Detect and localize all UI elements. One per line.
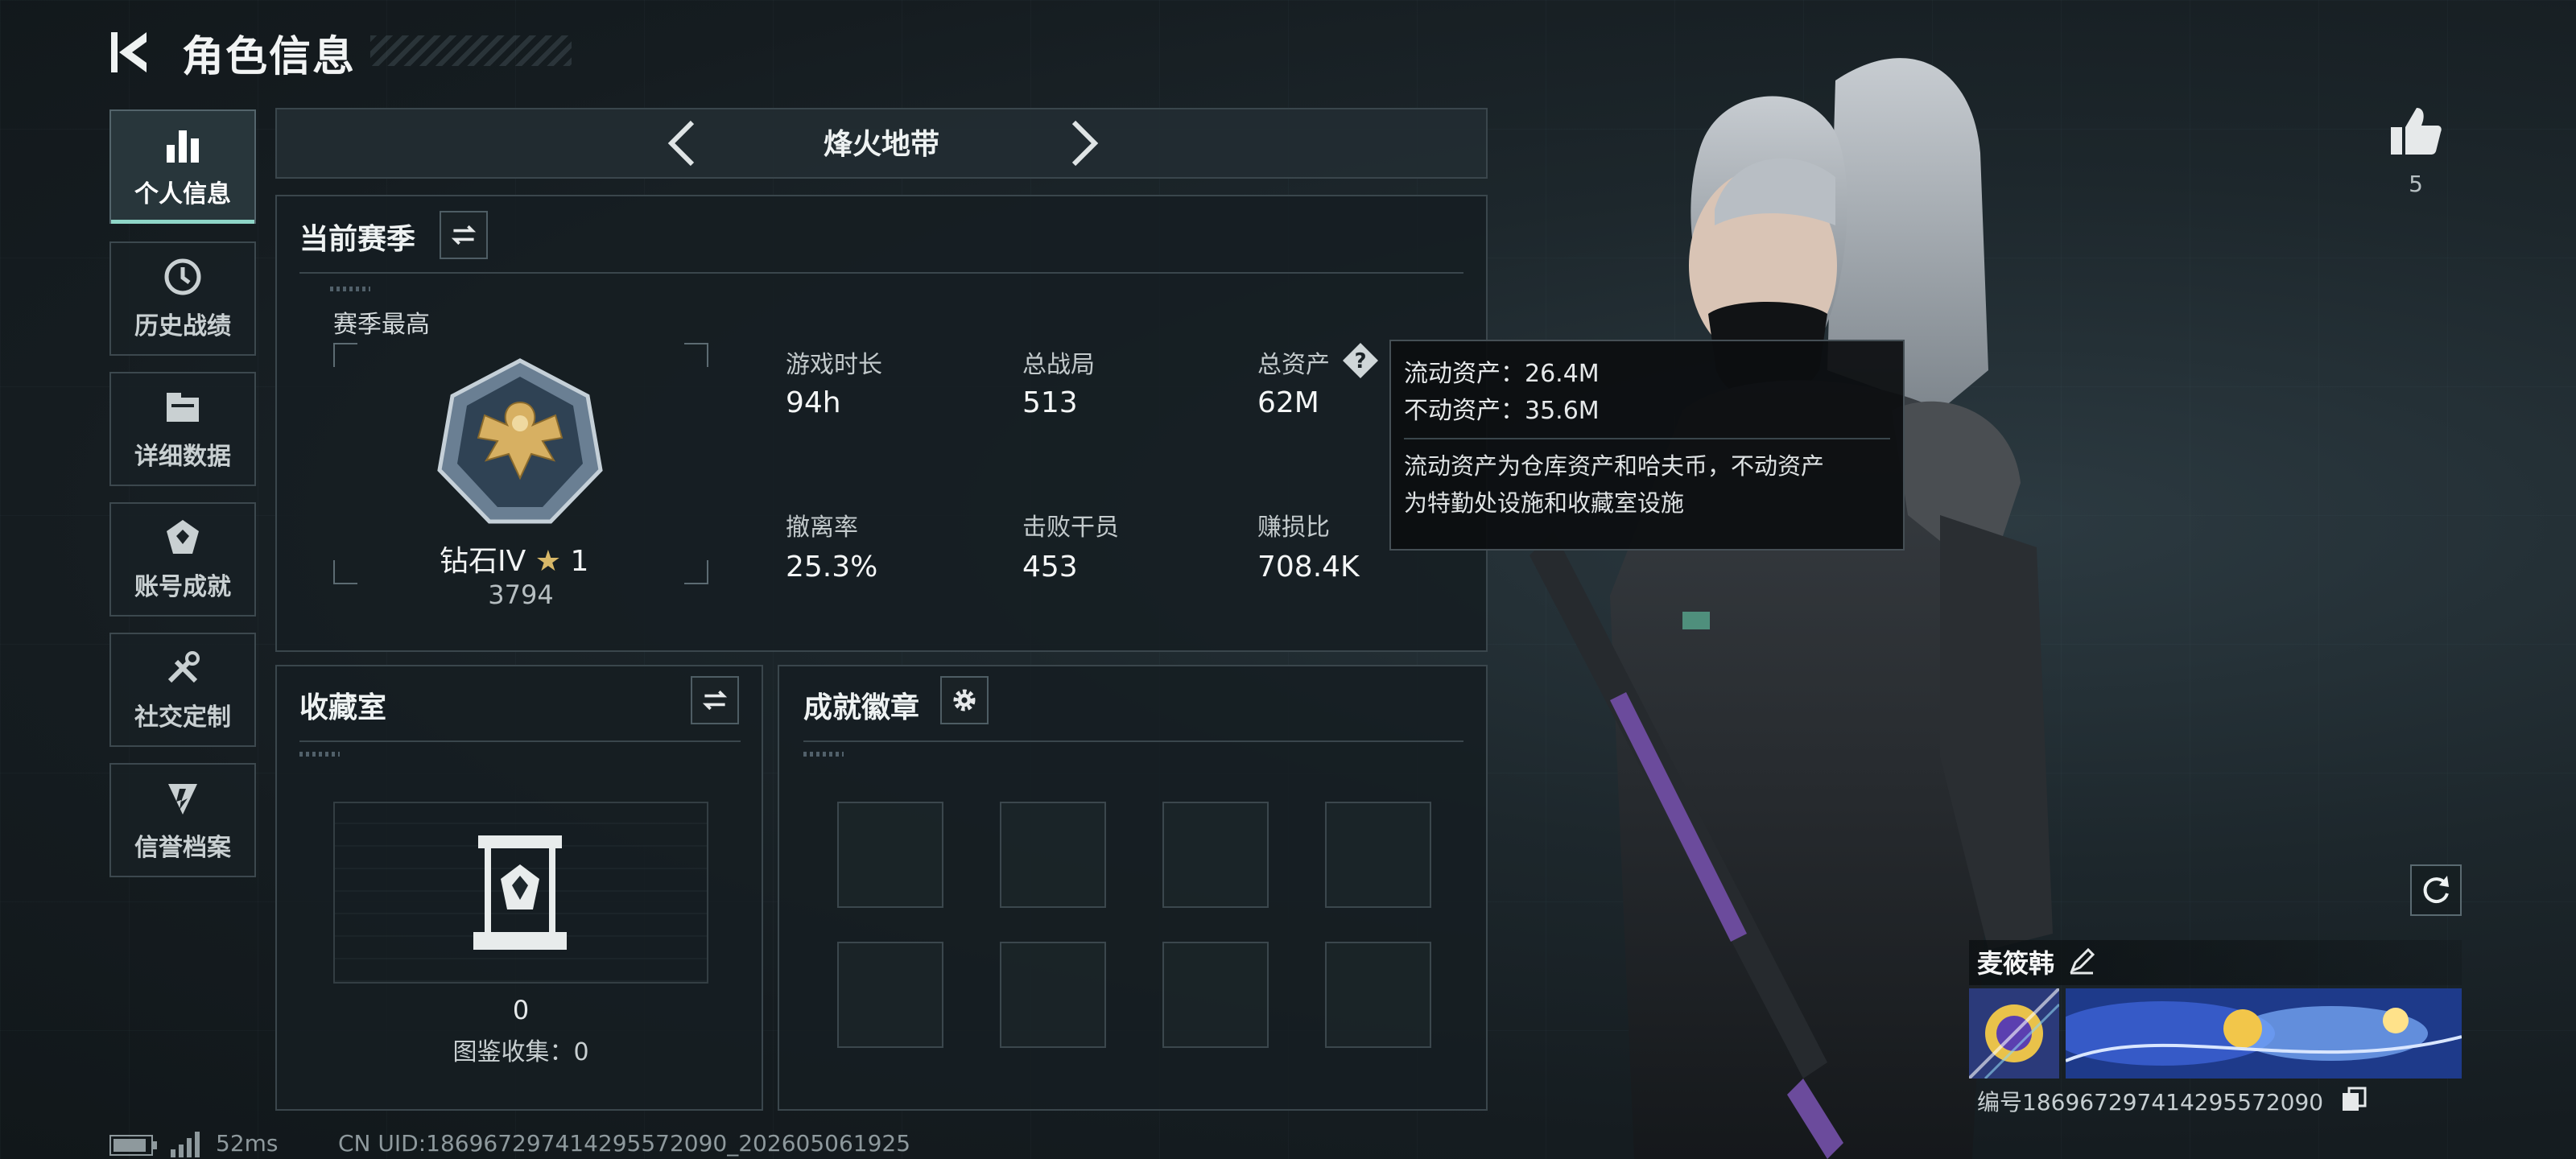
season-switch-button[interactable] [440, 211, 488, 259]
mode-title: 烽火地带 [823, 128, 939, 161]
edit-name-button[interactable] [2067, 947, 2096, 975]
reputation-icon [168, 784, 197, 815]
sidebar-item-label: 账号成就 [134, 573, 231, 601]
season-best-label: 赛季最高 [333, 311, 430, 339]
collection-switch-button[interactable] [691, 676, 739, 724]
copy-icon [2343, 1087, 2367, 1111]
tooltip-description-line: 为特勤处设施和收藏室设施 [1404, 489, 1685, 517]
stat-value-kills: 453 [1022, 551, 1078, 584]
like-button[interactable] [2388, 103, 2444, 159]
rank-name: 钻石IV [440, 545, 526, 578]
signal-icon [171, 1132, 200, 1157]
tooltip-liquid-assets: 流动资产：26.4M [1404, 360, 1600, 388]
question-icon: ? [1343, 343, 1378, 378]
section-divider [299, 272, 1463, 274]
catalog-count: 图鉴收集：0 [452, 1038, 589, 1066]
sidebar-item-reputation[interactable]: 信誉档案 [109, 763, 256, 877]
badge-slot[interactable] [1000, 942, 1106, 1048]
sidebar-item-social[interactable]: 社交定制 [109, 633, 256, 747]
bar-chart-icon [167, 130, 199, 163]
collection-title: 收藏室 [299, 691, 387, 724]
badge-slot[interactable] [1000, 802, 1106, 908]
rank-badge-icon [437, 358, 603, 524]
player-name: 麦筱韩 [1977, 948, 2055, 979]
sidebar-item-label: 详细数据 [134, 443, 231, 471]
refresh-icon [2423, 876, 2449, 904]
back-button[interactable] [105, 24, 161, 80]
stat-label-extract-rate: 撤离率 [786, 514, 858, 542]
stat-value-extract-rate: 25.3% [786, 551, 878, 584]
stat-value-profit-ratio: 708.4K [1257, 551, 1360, 584]
sidebar-item-history[interactable]: 历史战绩 [109, 241, 256, 356]
rank-stars: 1 [570, 545, 589, 578]
star-icon: ★ [535, 545, 561, 578]
tooltip-fixed-assets: 不动资产：35.6M [1404, 397, 1600, 425]
achievement-title: 成就徽章 [803, 691, 920, 724]
stat-value-matches: 513 [1022, 386, 1078, 419]
sidebar-item-personal-info[interactable]: 个人信息 [109, 109, 256, 224]
badge-slot[interactable] [1162, 802, 1269, 908]
section-divider [299, 740, 741, 742]
tooltip-description-line: 流动资产为仓库资产和哈夫币，不动资产 [1404, 452, 1825, 480]
sidebar-item-detailed-data[interactable]: 详细数据 [109, 372, 256, 486]
decoration-tag [299, 752, 340, 757]
tooltip-description: 流动资产为仓库资产和哈夫币，不动资产 为特勤处设施和收藏室设施 [1404, 438, 1890, 522]
thumbs-up-icon [2391, 108, 2442, 155]
uid-text: CN UID:18696729741429557209​0_2026050619… [338, 1130, 911, 1157]
decoration-tag [803, 752, 844, 757]
player-id: 编号1869672974142955720​90 [1977, 1089, 2324, 1116]
swap-icon [702, 690, 728, 711]
svg-text:?: ? [1354, 349, 1366, 373]
rank-name-row: 钻石IV ★ 1 [440, 538, 588, 580]
swap-icon [451, 225, 477, 245]
tools-icon [167, 651, 200, 683]
back-arrow-icon [111, 32, 147, 72]
section-divider [803, 740, 1463, 742]
player-avatar[interactable] [1969, 988, 2059, 1079]
stat-label-kills: 击败干员 [1022, 514, 1119, 542]
sidebar-item-label: 个人信息 [134, 180, 231, 208]
sidebar-item-achievements[interactable]: 账号成就 [109, 502, 256, 617]
collection-count: 0 [512, 995, 530, 1025]
sidebar-item-label: 信誉档案 [134, 834, 231, 862]
badge-slot[interactable] [1325, 802, 1431, 908]
copy-id-button[interactable] [2339, 1085, 2368, 1114]
stat-label-playtime: 游戏时长 [786, 351, 882, 379]
stat-value-assets: 62M [1257, 386, 1319, 419]
help-button[interactable]: ? [1341, 341, 1380, 380]
assets-tooltip: 流动资产：26.4M 不动资产：35.6M 流动资产为仓库资产和哈夫币，不动资产… [1389, 340, 1905, 551]
like-count: 5 [2409, 171, 2423, 197]
title-decoration [370, 35, 572, 66]
stat-label-matches: 总战局 [1022, 351, 1095, 379]
sidebar-item-label: 历史战绩 [134, 312, 231, 340]
player-banner[interactable] [2066, 988, 2462, 1079]
history-icon [164, 258, 201, 295]
refresh-button[interactable] [2410, 864, 2462, 916]
stat-value-playtime: 94h [786, 386, 841, 419]
chevron-right-icon [1071, 120, 1099, 167]
sidebar-item-label: 社交定制 [134, 703, 231, 732]
stat-label-profit-ratio: 赚损比 [1257, 514, 1330, 542]
display-case-icon [473, 835, 567, 950]
achievement-settings-button[interactable] [940, 676, 989, 724]
page-title: 角色信息 [182, 33, 357, 81]
stat-label-assets: 总资产 [1257, 351, 1330, 379]
badge-slot[interactable] [1325, 942, 1431, 1048]
season-title: 当前赛季 [299, 223, 416, 256]
rank-score: 3794 [488, 580, 554, 610]
decoration-tag [330, 287, 370, 291]
folder-icon [167, 393, 199, 422]
ping-readout: 52ms [216, 1130, 279, 1157]
achievement-icon [167, 520, 199, 554]
pencil-icon [2070, 947, 2095, 975]
badge-slot[interactable] [837, 942, 943, 1048]
badge-slot[interactable] [837, 802, 943, 908]
badge-slot[interactable] [1162, 942, 1269, 1048]
next-mode-button[interactable] [1061, 118, 1106, 169]
gear-icon [953, 689, 976, 711]
battery-icon [109, 1135, 157, 1156]
